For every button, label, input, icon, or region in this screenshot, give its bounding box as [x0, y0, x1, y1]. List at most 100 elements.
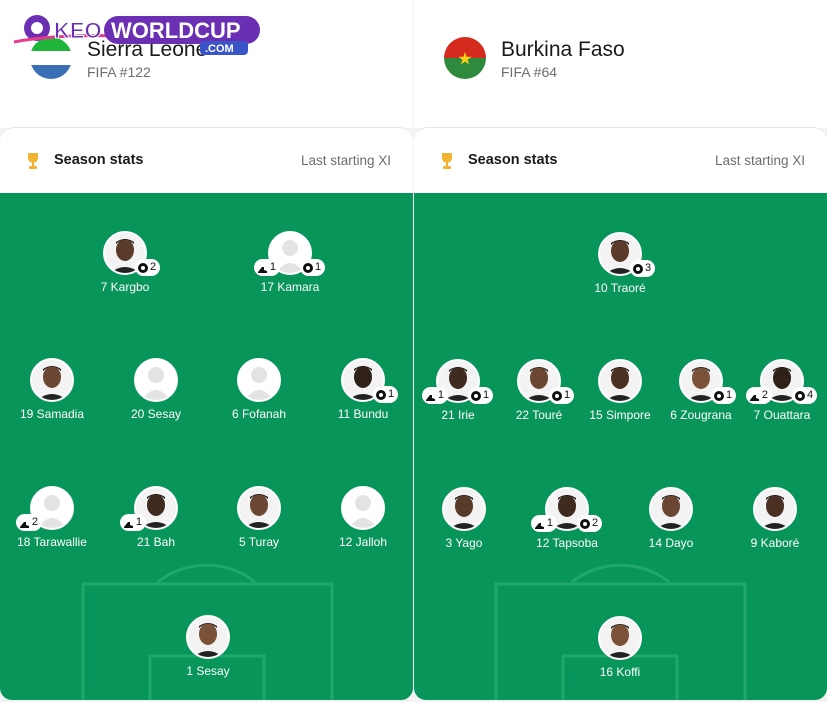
goal-badge: 3: [630, 260, 656, 277]
player-avatar: 2: [103, 231, 161, 276]
player-card[interactable]: 6 Fofanah: [204, 358, 314, 421]
assist-count: 2: [31, 516, 38, 528]
player-name: 10 Traoré: [594, 281, 646, 295]
boot-icon: [749, 391, 760, 401]
keo-worldcup-logo: KEO WORLDCUP .COM: [12, 8, 262, 58]
goal-count: 2: [150, 261, 157, 273]
player-avatar: [598, 616, 642, 660]
fifa-rank: FIFA #64: [501, 64, 558, 80]
player-name: 7 Kargbo: [100, 280, 150, 294]
player-name: 11 Bundu: [337, 407, 389, 421]
player-avatar: [753, 487, 797, 531]
assist-badge: 1: [119, 514, 146, 531]
player-avatar: 12: [530, 487, 603, 532]
assist-count: 1: [546, 517, 553, 529]
assist-badge: 2: [15, 514, 42, 531]
player-avatar: [341, 486, 385, 530]
football-icon: [303, 262, 313, 273]
boot-icon: [123, 518, 134, 528]
last-starting-xi-link[interactable]: Last starting XI: [301, 153, 391, 168]
football-icon: [633, 263, 643, 274]
pitch: 3 10 Traoré 1 1 21 Irie 1 22 Touré 15 Simpore 1 6…: [414, 193, 827, 700]
player-avatar: [186, 615, 230, 659]
player-card[interactable]: 1 1 17 Kamara: [235, 231, 345, 294]
player-card[interactable]: 247 Ouattara: [727, 359, 827, 422]
player-name: 14 Dayo: [648, 536, 694, 550]
assist-badge: 2: [745, 387, 772, 404]
football-icon: [714, 390, 724, 401]
player-name: 18 Tarawallie: [17, 535, 87, 549]
boot-icon: [425, 391, 436, 401]
player-avatar: [649, 487, 693, 531]
player-avatar: 1: [517, 359, 575, 404]
team-panel-sierra-leone: Sierra Leone FIFA #122 Season stats Last…: [0, 0, 413, 702]
goal-count: 1: [388, 388, 395, 400]
player-avatar: [30, 358, 74, 402]
team-panel-burkina-faso: Burkina Faso FIFA #64 Season stats Last …: [414, 0, 827, 702]
season-stats-bar: Season stats Last starting XI: [0, 127, 413, 193]
player-card[interactable]: 9 Kaboré: [720, 487, 827, 550]
player-avatar: [598, 359, 642, 403]
football-icon: [138, 262, 148, 273]
player-card[interactable]: 2 18 Tarawallie: [0, 486, 107, 549]
player-card[interactable]: 1 11 Bundu: [308, 358, 413, 421]
burkina-faso-flag-icon: [444, 37, 486, 79]
goal-badge: 2: [577, 515, 603, 532]
player-card[interactable]: 16 Koffi: [565, 616, 675, 679]
player-card[interactable]: 1 2 12 Tapsoba: [512, 487, 622, 550]
player-avatar: 1: [119, 486, 178, 531]
player-avatar: 24: [745, 359, 818, 404]
assist-count: 1: [437, 389, 444, 401]
player-card[interactable]: 20 Sesay: [101, 358, 211, 421]
player-avatar: 11: [421, 359, 494, 404]
player-name: 20 Sesay: [130, 407, 182, 421]
player-card[interactable]: 1 Sesay: [153, 615, 263, 678]
player-card[interactable]: 1 21 Bah: [101, 486, 211, 549]
player-card[interactable]: 14 Dayo: [616, 487, 726, 550]
goal-count: 3: [645, 262, 652, 274]
player-name: 16 Koffi: [599, 665, 641, 679]
player-name: 9 Kaboré: [750, 536, 800, 550]
assist-count: 1: [135, 516, 142, 528]
logo-text-worldcup: WORLDCUP: [111, 18, 241, 43]
player-name: 12 Tapsoba: [536, 536, 598, 550]
football-icon: [580, 518, 590, 529]
player-card[interactable]: 3 10 Traoré: [565, 232, 675, 295]
player-avatar: [134, 358, 178, 402]
logo-text-com: .COM: [205, 43, 234, 55]
player-avatar: 1: [341, 358, 399, 403]
player-avatar: [442, 487, 486, 531]
football-icon: [376, 389, 386, 400]
football-icon: [552, 390, 562, 401]
player-card[interactable]: 3 Yago: [414, 487, 519, 550]
last-starting-xi-link[interactable]: Last starting XI: [715, 153, 805, 168]
player-card[interactable]: 5 Turay: [204, 486, 314, 549]
team-name[interactable]: Burkina Faso: [501, 38, 625, 62]
player-card[interactable]: 19 Samadia: [0, 358, 107, 421]
logo-text-keo: KEO: [54, 18, 102, 43]
player-avatar: [237, 358, 281, 402]
player-name: 1 Sesay: [186, 664, 230, 678]
goal-badge: 1: [300, 259, 326, 276]
fifa-rank: FIFA #122: [87, 64, 151, 80]
season-stats-title: Season stats: [468, 152, 558, 168]
player-name: 17 Kamara: [260, 280, 320, 294]
boot-icon: [257, 263, 268, 273]
player-avatar: 11: [253, 231, 326, 276]
assist-badge: 1: [530, 515, 557, 532]
assist-badge: 1: [253, 259, 280, 276]
player-avatar: [237, 486, 281, 530]
assist-count: 2: [761, 389, 768, 401]
goal-count: 2: [592, 517, 599, 529]
player-card[interactable]: 12 Jalloh: [308, 486, 413, 549]
player-card[interactable]: 27 Kargbo: [70, 231, 180, 294]
goal-count: 1: [315, 261, 322, 273]
player-avatar: 1: [679, 359, 737, 404]
player-name: 19 Samadia: [19, 407, 85, 421]
boot-icon: [19, 518, 30, 528]
goal-badge: 2: [135, 259, 161, 276]
goal-badge: 4: [792, 387, 818, 404]
football-icon: [471, 390, 481, 401]
player-name: 21 Bah: [136, 535, 176, 549]
player-name: 3 Yago: [445, 536, 483, 550]
